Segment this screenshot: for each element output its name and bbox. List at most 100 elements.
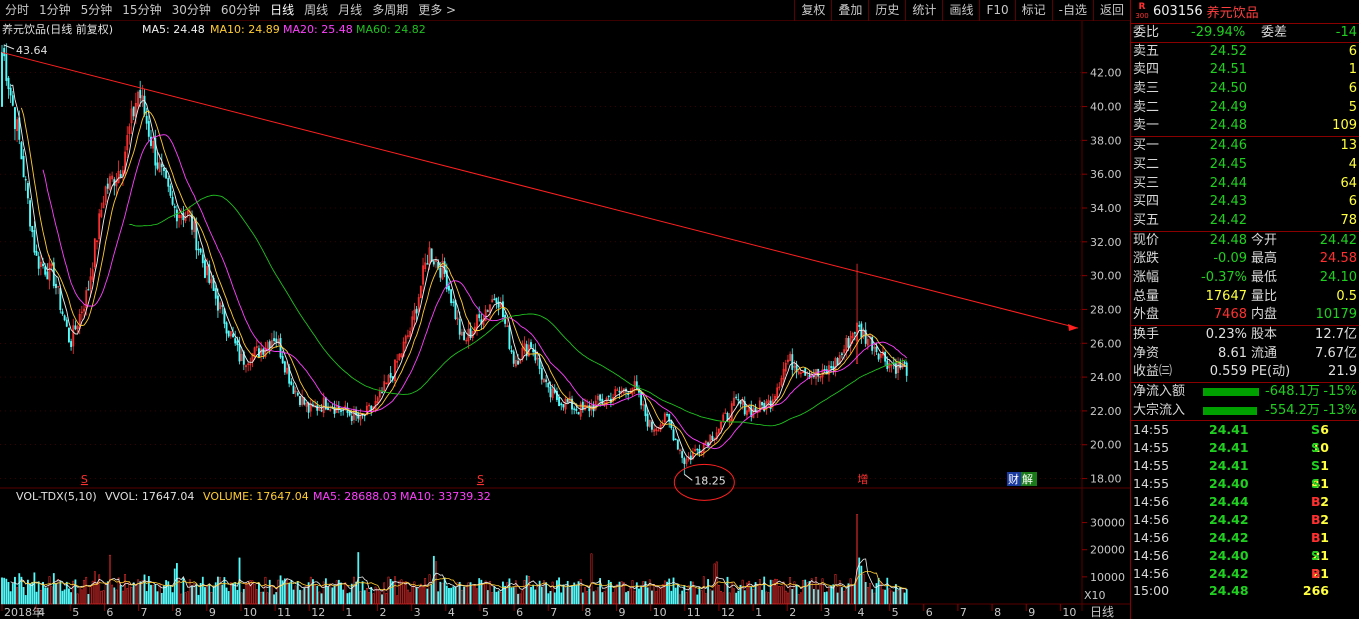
volume-bar [158, 584, 161, 605]
action-tab[interactable]: 返回 [1092, 0, 1130, 21]
volume-bar [273, 594, 275, 605]
order-row[interactable]: 卖五 24.52 6 [1131, 43, 1359, 62]
volume-bar [255, 589, 258, 605]
action-tab[interactable]: 统计 [905, 0, 942, 21]
volume-bar [532, 584, 535, 605]
volume-bar [378, 591, 381, 605]
order-volume: 78 [1340, 212, 1357, 228]
tick-side: S [1311, 547, 1321, 563]
order-row[interactable]: 卖三 24.50 6 [1131, 80, 1359, 99]
stat-value: 24.42 [1319, 232, 1357, 248]
volume-bar [411, 585, 414, 605]
volume-bar [448, 587, 450, 605]
volume-bar [398, 580, 401, 605]
volume-bar [80, 589, 83, 605]
order-row[interactable]: 卖二 24.49 5 [1131, 99, 1359, 118]
volume-bar [9, 591, 12, 605]
volume-bar [890, 590, 893, 605]
volume-bar [573, 582, 576, 605]
volume-bar [206, 585, 209, 605]
period-tab[interactable]: 多周期 [367, 0, 413, 21]
action-tab[interactable]: 历史 [868, 0, 905, 21]
volume-bar [517, 593, 519, 605]
order-row[interactable]: 卖四 24.51 1 [1131, 61, 1359, 80]
volume-bar [646, 587, 649, 605]
stat-value: 7468 [1213, 307, 1247, 323]
period-tab[interactable]: 60分钟 [216, 0, 265, 21]
volume-bar [549, 591, 552, 605]
stat-row: 换手 0.23% 股本 12.7亿 [1131, 326, 1359, 345]
candle-body [147, 120, 150, 137]
volume-bar [823, 592, 826, 605]
tick-side: S [1311, 458, 1321, 474]
order-row[interactable]: 买二 24.45 4 [1131, 156, 1359, 175]
volume-bar [612, 592, 614, 605]
order-row[interactable]: 买一 24.46 13 [1131, 137, 1359, 156]
action-tab[interactable]: 画线 [942, 0, 979, 21]
candle-body [847, 338, 850, 348]
volume-bar [37, 581, 40, 605]
order-row[interactable]: 买四 24.43 6 [1131, 193, 1359, 212]
action-tab[interactable]: 标记 [1014, 0, 1052, 21]
stock-header: R 300 603156 养元饮品 [1131, 0, 1359, 24]
volume-bar [787, 592, 789, 605]
volume-bar [227, 591, 230, 605]
volume-bar [5, 578, 8, 605]
ma5-legend: MA5: 24.48 [142, 23, 205, 36]
volume-bar [445, 585, 448, 605]
volume-bar [484, 580, 487, 605]
period-tab[interactable]: 月线 [333, 0, 367, 21]
order-volume: 6 [1348, 81, 1357, 97]
period-tab[interactable]: 日线 [265, 0, 299, 21]
volume-bar [605, 586, 608, 605]
stock-name[interactable]: 养元饮品 [1207, 2, 1259, 21]
period-tab[interactable]: 周线 [299, 0, 333, 21]
stat-value: 24.58 [1319, 251, 1357, 267]
date-label: 9 [209, 606, 216, 619]
volume-bar [584, 587, 586, 605]
candle-body [167, 177, 170, 187]
candle-body [903, 361, 906, 364]
kline-chart[interactable]: 18.00 20.00 22.00 24.00 26.00 28.00 30.00 32.00… [0, 21, 1130, 619]
candle-body [290, 381, 293, 385]
volume-bar [905, 589, 908, 605]
order-row[interactable]: 买三 24.44 64 [1131, 175, 1359, 194]
stat-label: 总量 [1133, 288, 1160, 304]
period-tab[interactable]: 更多 > [413, 0, 461, 21]
order-row[interactable]: 买五 24.42 78 [1131, 212, 1359, 231]
volume-bar [210, 591, 213, 605]
date-label: 2 [380, 606, 387, 619]
volume-bar [495, 591, 498, 605]
period-tab[interactable]: 1分钟 [34, 0, 76, 21]
action-tab[interactable]: -自选 [1051, 0, 1093, 21]
candle-body [389, 372, 392, 378]
order-row[interactable]: 卖一 24.48 109 [1131, 117, 1359, 136]
period-tab[interactable]: 15分钟 [117, 0, 166, 21]
period-tab[interactable]: 5分钟 [76, 0, 118, 21]
volume-bar [381, 594, 383, 605]
volume-bar [547, 593, 550, 605]
action-tab[interactable]: F10 [979, 0, 1014, 21]
stat-label: 换手 [1133, 327, 1160, 342]
volume-bar [476, 588, 478, 605]
volume-bar [815, 576, 817, 605]
action-tab[interactable]: 叠加 [831, 0, 868, 21]
volume-bar [834, 574, 837, 605]
tick-volume: 266 [1302, 583, 1329, 599]
volume-bar [568, 588, 571, 605]
tick-price: 24.42 [1209, 565, 1249, 581]
stat-value: 24.48 [1209, 232, 1247, 248]
tick-price: 24.40 [1209, 547, 1249, 563]
volume-axis: 10000 20000 30000 X10 [1082, 517, 1125, 602]
date-label: 3 [414, 606, 421, 619]
tick-side: S [1311, 476, 1321, 492]
candle-body [501, 301, 504, 318]
price-tick-label: 38.00 [1090, 134, 1122, 147]
volume-bar [728, 592, 731, 605]
volume-bar [705, 593, 707, 605]
action-tab[interactable]: 复权 [794, 0, 831, 21]
period-tab[interactable]: 分时 [0, 0, 34, 21]
period-tab[interactable]: 30分钟 [167, 0, 216, 21]
volume-bar [828, 586, 830, 605]
chart-annotations: 43.64 18.25 S S 增 财解 [3, 44, 1037, 501]
